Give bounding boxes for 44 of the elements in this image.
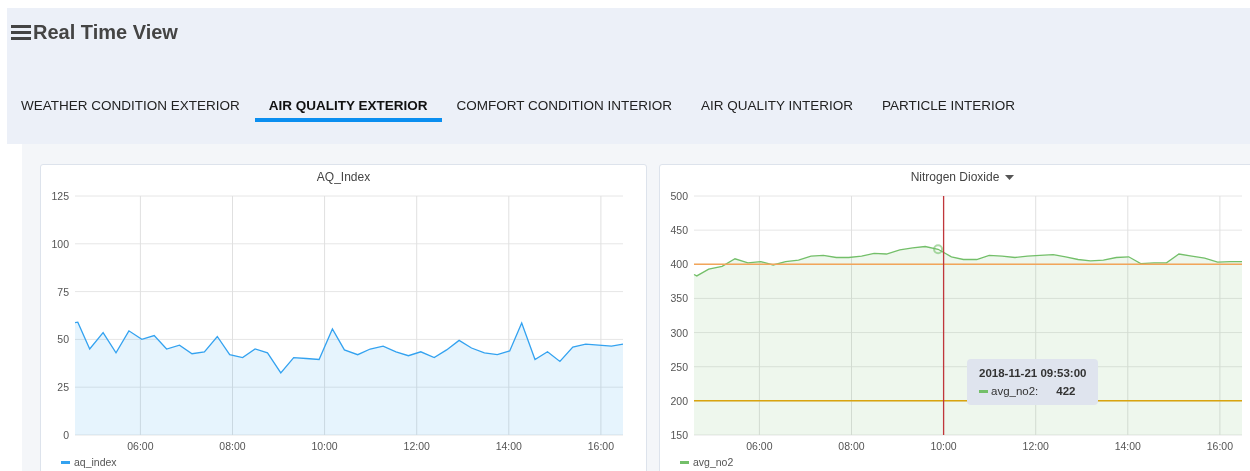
tab[interactable]: WEATHER CONDITION EXTERIOR — [7, 87, 254, 122]
panel-title: AQ_Index — [316, 170, 371, 184]
y-tick-label: 400 — [670, 258, 688, 271]
legend-label[interactable]: avg_no2 — [693, 456, 734, 468]
y-tick-label: 500 — [670, 190, 688, 202]
x-tick-label: 14:00 — [495, 440, 522, 452]
menu-icon[interactable] — [11, 24, 31, 40]
y-tick-label: 200 — [670, 394, 688, 407]
y-tick-label: 75 — [57, 285, 69, 298]
y-tick-label: 50 — [57, 333, 69, 346]
x-tick-label: 12:00 — [403, 440, 430, 452]
x-tick-label: 16:00 — [587, 440, 615, 452]
y-tick-label: 300 — [670, 326, 688, 339]
x-tick-label: 06:00 — [127, 440, 154, 452]
series-swatch — [979, 389, 988, 393]
caret-icon[interactable] — [1005, 174, 1015, 180]
tooltip-series: avg_no2: — [991, 385, 1039, 397]
legend-label[interactable]: aq_index — [74, 456, 117, 468]
x-tick-label: 14:00 — [1114, 440, 1141, 452]
page-title: Real Time View — [33, 20, 178, 44]
x-tick-label: 08:00 — [838, 440, 865, 452]
y-tick-label: 125 — [51, 190, 69, 202]
panel-title: Nitrogen Dioxide — [910, 170, 1000, 184]
y-tick-label: 250 — [670, 360, 688, 373]
y-tick-label: 150 — [670, 429, 688, 441]
x-tick-label: 10:00 — [311, 440, 338, 452]
tooltip-value: 422 — [1056, 385, 1076, 397]
y-tick-label: 100 — [51, 237, 69, 250]
legend-swatch — [61, 460, 70, 464]
y-tick-label: 450 — [670, 224, 688, 237]
y-tick-label: 25 — [57, 381, 69, 394]
x-tick-label: 12:00 — [1022, 440, 1049, 452]
x-tick-label: 06:00 — [746, 440, 773, 452]
x-tick-label: 10:00 — [930, 440, 957, 452]
y-tick-label: 350 — [670, 292, 688, 305]
tooltip-time: 2018-11-21 09:53:00 — [979, 367, 1087, 379]
tab[interactable]: AIR QUALITY EXTERIOR — [254, 87, 442, 122]
x-tick-label: 08:00 — [219, 440, 246, 452]
tab[interactable]: COMFORT CONDITION INTERIOR — [442, 87, 687, 122]
legend-swatch — [680, 460, 689, 464]
tab[interactable]: PARTICLE INTERIOR — [868, 87, 1030, 122]
tab[interactable]: AIR QUALITY INTERIOR — [687, 87, 868, 122]
y-tick-label: 0 — [63, 429, 69, 441]
x-tick-label: 16:00 — [1206, 440, 1234, 452]
